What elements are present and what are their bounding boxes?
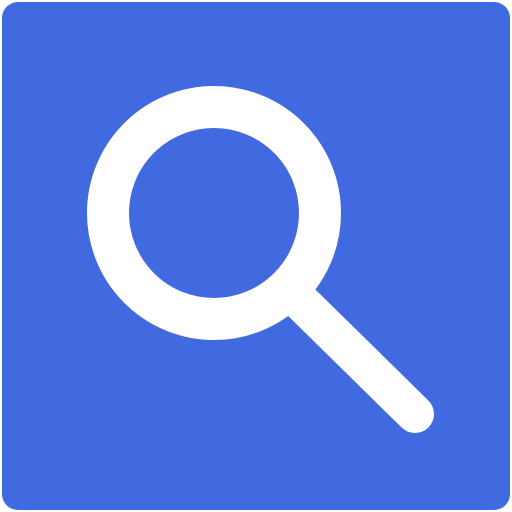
icon-background bbox=[2, 2, 510, 510]
search-icon bbox=[2, 2, 510, 510]
search-app-icon[interactable] bbox=[0, 0, 512, 512]
